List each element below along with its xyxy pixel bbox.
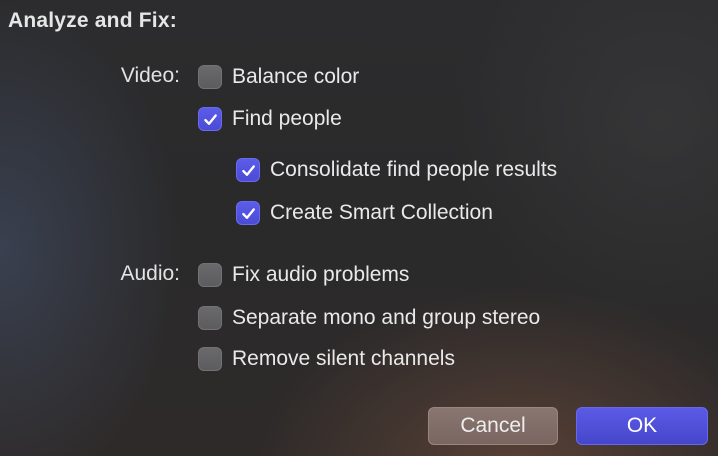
balance-color-label: Balance color	[232, 65, 360, 88]
dialog-title: Analyze and Fix:	[8, 9, 177, 32]
cancel-button[interactable]: Cancel	[428, 407, 558, 445]
create-smart-collection-label: Create Smart Collection	[270, 201, 493, 224]
remove-silent-channels-checkbox[interactable]	[198, 347, 222, 371]
remove-silent-channels-option[interactable]: Remove silent channels	[198, 344, 455, 374]
consolidate-results-label: Consolidate find people results	[270, 158, 558, 181]
consolidate-results-checkbox[interactable]	[236, 158, 260, 182]
find-people-option[interactable]: Find people	[198, 104, 342, 134]
create-smart-collection-option[interactable]: Create Smart Collection	[236, 198, 493, 228]
audio-section-label: Audio:	[120, 262, 180, 285]
checkmark-icon	[203, 113, 217, 125]
fix-audio-problems-label: Fix audio problems	[232, 263, 410, 286]
checkmark-icon	[241, 164, 255, 176]
separate-mono-checkbox[interactable]	[198, 306, 222, 330]
video-section-label: Video:	[120, 64, 180, 87]
fix-audio-problems-checkbox[interactable]	[198, 263, 222, 287]
separate-mono-option[interactable]: Separate mono and group stereo	[198, 303, 540, 333]
separate-mono-label: Separate mono and group stereo	[232, 306, 541, 329]
balance-color-checkbox[interactable]	[198, 65, 222, 89]
fix-audio-problems-option[interactable]: Fix audio problems	[198, 260, 409, 290]
analyze-fix-dialog: Analyze and Fix: Video: Balance color Fi…	[0, 0, 718, 456]
consolidate-results-option[interactable]: Consolidate find people results	[236, 155, 557, 185]
balance-color-option[interactable]: Balance color	[198, 62, 359, 92]
find-people-label: Find people	[232, 107, 342, 130]
checkmark-icon	[241, 207, 255, 219]
remove-silent-channels-label: Remove silent channels	[232, 347, 455, 370]
create-smart-collection-checkbox[interactable]	[236, 201, 260, 225]
find-people-checkbox[interactable]	[198, 107, 222, 131]
ok-button[interactable]: OK	[576, 407, 708, 445]
